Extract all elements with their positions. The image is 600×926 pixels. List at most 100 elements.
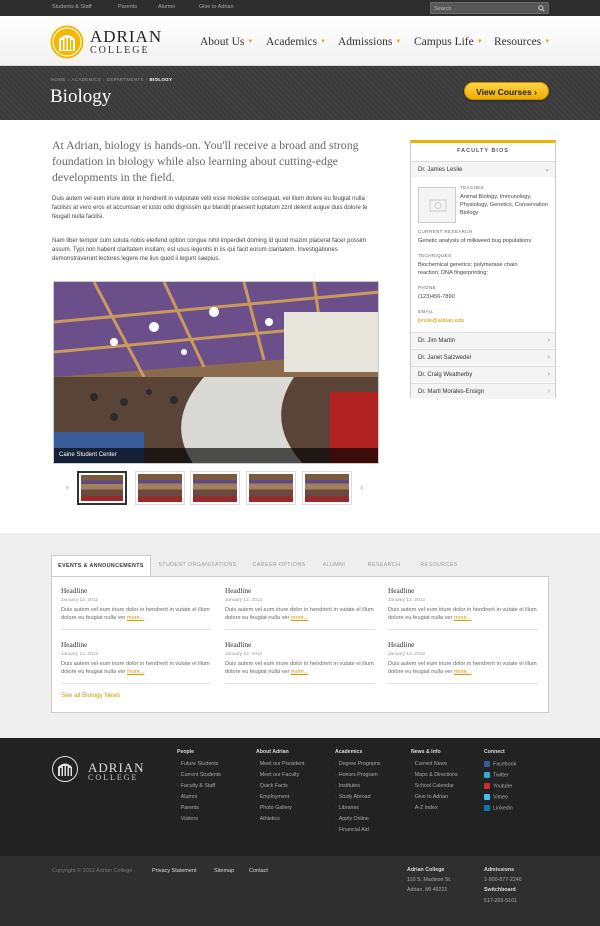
footer-link[interactable]: · Libraries [335, 805, 359, 811]
faculty-row[interactable]: Dr. Janet Salzwedel › [411, 349, 555, 365]
address-heading: Adrian College [407, 867, 445, 873]
gallery-thumb[interactable] [302, 471, 352, 505]
util-link-parents[interactable]: Parents [118, 4, 137, 10]
search-input[interactable] [434, 4, 534, 13]
footer-link-label: Meet our Faculty [259, 772, 300, 778]
footer-link[interactable]: · Give to Adrian [411, 794, 448, 800]
email-link[interactable]: jleslie@adrian.edu [418, 317, 464, 325]
footer-link[interactable]: · Alumni [177, 794, 197, 800]
gallery-photo: Caine Student Center [53, 281, 379, 464]
gallery-thumb[interactable] [246, 471, 296, 505]
contact-link[interactable]: Contact [249, 868, 268, 874]
page-title: Biology [50, 86, 112, 107]
footer-link-label: Athletics [259, 816, 280, 822]
gallery-next-arrow-icon[interactable]: › [360, 482, 363, 492]
footer-link[interactable]: · Athletics [256, 816, 280, 822]
util-link-alumni[interactable]: Alumni [158, 4, 175, 10]
news-headline[interactable]: Headline [225, 586, 251, 595]
admissions-phone: 1-800-877-2246 [484, 877, 522, 883]
footer-link[interactable]: · Quick Facts [256, 783, 288, 789]
tab-alumni[interactable]: ALUMNI [316, 555, 352, 576]
techniques-label: TECHNIQUES [418, 253, 452, 258]
tab-career-options[interactable]: CAREER OPTIONS [248, 555, 310, 576]
footer-social-facebook[interactable]: Facebook [484, 761, 516, 767]
footer-social-vimeo[interactable]: Vimeo [484, 794, 508, 800]
footer-heading-connect: Connect [484, 749, 505, 755]
logo-wordmark: ADRIAN [90, 27, 163, 46]
footer-link[interactable]: · Faculty & Staff [177, 783, 215, 789]
footer-social-youtube[interactable]: Youtube [484, 783, 512, 789]
gallery-thumb[interactable] [77, 471, 127, 505]
footer-link[interactable]: · Meet our President [256, 761, 305, 767]
breadcrumb-departments[interactable]: DEPARTMENTS [107, 77, 144, 82]
nav-resources[interactable]: Resources ▼ [494, 36, 550, 48]
footer-link[interactable]: · Current News [411, 761, 447, 767]
social-label: Facebook [493, 761, 517, 768]
footer-link[interactable]: · School Calendar [411, 783, 454, 789]
faculty-row[interactable]: Dr. Jim Martin › [411, 332, 555, 348]
view-courses-button[interactable]: View Courses › [464, 82, 549, 100]
chevron-right-icon: › [534, 87, 537, 97]
faculty-row[interactable]: Dr. Marti Morales-Ensign › [411, 383, 555, 399]
gallery-thumb[interactable] [135, 471, 185, 505]
more-link[interactable]: more... [291, 669, 308, 675]
footer-social-linkedin[interactable]: Linkedin [484, 805, 513, 811]
news-headline[interactable]: Headline [225, 640, 251, 649]
gallery-thumb[interactable] [190, 471, 240, 505]
faculty-name: Dr. Jim Martin [418, 338, 456, 344]
tab-resources[interactable]: RESOURCES [414, 555, 464, 576]
faculty-row[interactable]: Dr. Craig Weatherby › [411, 366, 555, 382]
youtube-icon [484, 783, 490, 789]
footer-link[interactable]: · Parents [177, 805, 199, 811]
footer-link[interactable]: · Financial Aid [335, 827, 369, 833]
more-link[interactable]: more... [127, 615, 144, 621]
privacy-link[interactable]: Privacy Statement [152, 868, 197, 874]
footer-seal-logo[interactable] [52, 756, 78, 782]
footer-link[interactable]: · Institutes [335, 783, 360, 789]
footer-link-label: Quick Facts [259, 783, 288, 789]
footer-link[interactable]: · Visitors [177, 816, 198, 822]
news-headline[interactable]: Headline [388, 586, 414, 595]
footer-link[interactable]: · Current Students [177, 772, 221, 778]
faculty-row-expanded[interactable]: Dr. James Leslie ⌄ [411, 161, 555, 177]
nav-admissions[interactable]: Admissions ▼ [338, 36, 401, 48]
footer-link[interactable]: · Meet our Faculty [256, 772, 299, 778]
news-headline[interactable]: Headline [388, 640, 414, 649]
news-headline[interactable]: Headline [61, 586, 87, 595]
footer-link[interactable]: · Honors Program [335, 772, 378, 778]
gallery-prev-arrow-icon[interactable]: ‹ [66, 482, 69, 492]
nav-academics[interactable]: Academics ▼ [266, 36, 326, 48]
more-link[interactable]: more... [454, 615, 471, 621]
footer-link[interactable]: · Photo Gallery [256, 805, 292, 811]
see-all-news-link[interactable]: See all Biology News [61, 692, 120, 699]
search-icon[interactable] [538, 5, 545, 12]
news-body: Duis autem vel eum iriure dolor in hendr… [61, 606, 216, 622]
more-link[interactable]: more... [454, 669, 471, 675]
footer-link[interactable]: · Degree Programs [335, 761, 381, 767]
footer-link[interactable]: · Future Students [177, 761, 218, 767]
footer-link[interactable]: · Apply Online [335, 816, 369, 822]
breadcrumb-home[interactable]: HOME [51, 77, 66, 82]
footer-social-twitter[interactable]: Twitter [484, 772, 509, 778]
tab-student-organizations[interactable]: STUDENT ORGANIZATIONS [155, 555, 240, 576]
more-link[interactable]: more... [291, 615, 308, 621]
camera-icon [429, 199, 447, 212]
college-seal-logo[interactable] [50, 25, 84, 59]
nav-campus-life[interactable]: Campus Life ▼ [414, 36, 483, 48]
tab-events-announcements[interactable]: EVENTS & ANNOUNCEMENTS [51, 555, 151, 577]
logo-subtitle: COLLEGE [90, 45, 150, 56]
tab-research[interactable]: RESEARCH [362, 555, 406, 576]
footer-link[interactable]: · A-Z Index [411, 805, 438, 811]
tab-panel [51, 576, 549, 713]
more-link[interactable]: more... [127, 669, 144, 675]
nav-about-us[interactable]: About Us ▼ [200, 36, 253, 48]
divider [61, 683, 211, 684]
footer-link[interactable]: · Study Abroad [335, 794, 371, 800]
sitemap-link[interactable]: Sitemap [214, 868, 234, 874]
util-link-students-staff[interactable]: Students & Staff [52, 4, 92, 10]
footer-link[interactable]: · Maps & Directions [411, 772, 458, 778]
breadcrumb-academics[interactable]: ACADEMICS [72, 77, 101, 82]
footer-link[interactable]: · Employment [256, 794, 289, 800]
news-headline[interactable]: Headline [61, 640, 87, 649]
util-link-give[interactable]: Give to Adrian [199, 4, 234, 10]
